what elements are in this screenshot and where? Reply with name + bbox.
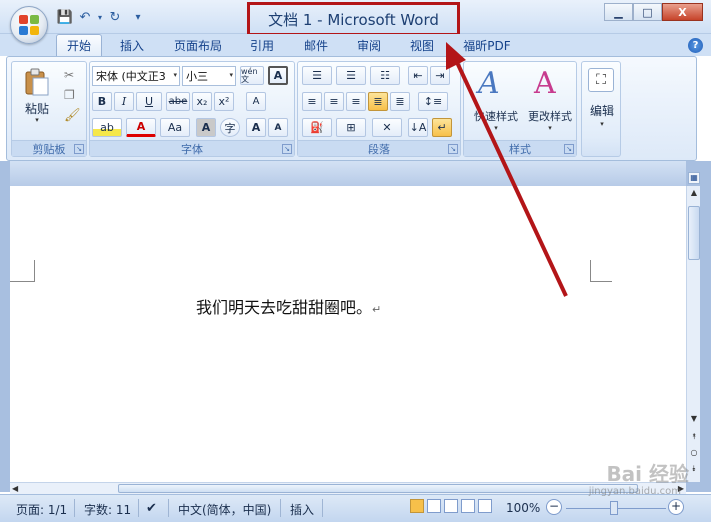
- annotation-arrow: [446, 42, 568, 297]
- arrow-shaft: [453, 57, 568, 297]
- arrow-head: [446, 42, 466, 70]
